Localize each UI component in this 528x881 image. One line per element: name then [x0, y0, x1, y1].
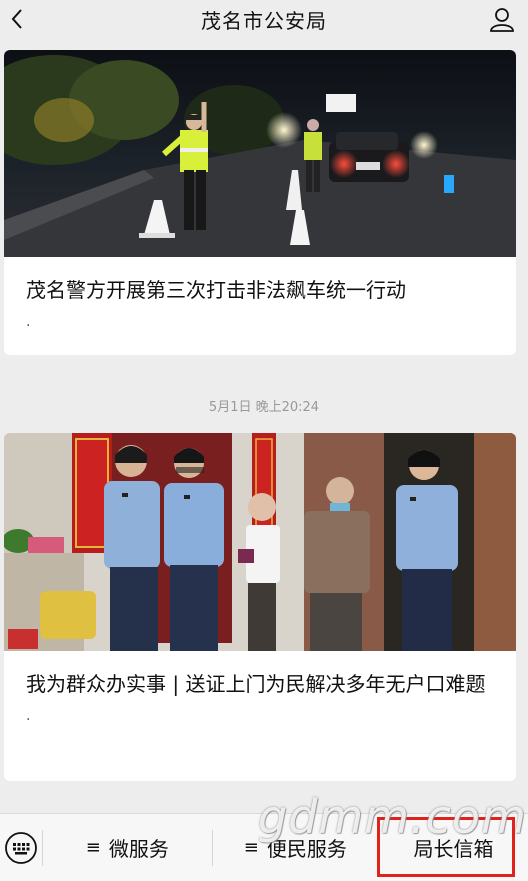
person-icon	[490, 8, 514, 32]
page-title: 茂名市公安局	[201, 8, 327, 33]
menu-label: 便民服务	[266, 837, 347, 861]
back-button[interactable]	[0, 0, 34, 38]
article-headline[interactable]: 我为群众办实事 | 送证上门为民解决多年无户口难题	[4, 651, 516, 700]
top-nav-bar: 茂名市公安局	[0, 0, 528, 38]
menu-label: 微服务	[108, 837, 169, 861]
profile-button[interactable]	[486, 3, 518, 35]
night-traffic-checkpoint-photo	[4, 50, 516, 257]
keyboard-toggle-button[interactable]	[0, 814, 42, 881]
menu-convenience-services[interactable]: ≡ 便民服务	[213, 814, 378, 881]
article-headline[interactable]: 茂名警方开展第三次打击非法飙车统一行动	[4, 257, 516, 306]
article-summary: .	[26, 314, 31, 330]
police-officers-delivering-certificate-photo	[4, 433, 516, 651]
menu-list-icon: ≡	[85, 837, 101, 858]
back-chevron-icon	[11, 9, 22, 29]
message-timestamp: 5月1日 晚上20:24	[208, 400, 320, 415]
bottom-menu-bar: ≡ 微服务 ≡ 便民服务 局长信箱	[0, 813, 528, 881]
menu-label: 局长信箱	[413, 837, 494, 861]
article-card[interactable]: 我为群众办实事 | 送证上门为民解决多年无户口难题 .	[4, 433, 516, 781]
article-card[interactable]: 茂名警方开展第三次打击非法飙车统一行动 .	[4, 50, 516, 355]
article-summary: .	[26, 708, 31, 724]
keyboard-icon	[4, 831, 37, 864]
menu-micro-services[interactable]: ≡ 微服务	[43, 814, 212, 881]
menu-list-icon: ≡	[243, 837, 259, 858]
menu-director-mailbox[interactable]: 局长信箱	[379, 814, 528, 881]
